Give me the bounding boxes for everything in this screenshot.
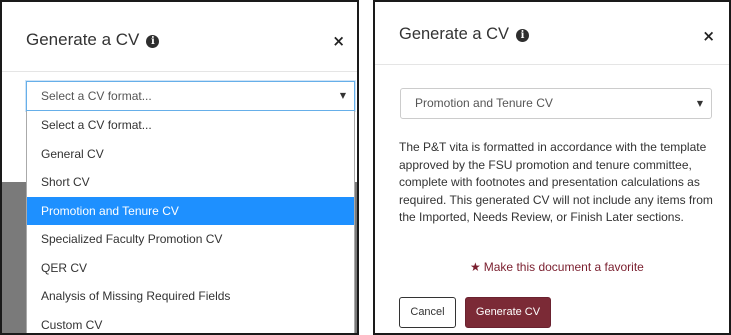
generate-cv-button[interactable]: Generate CV bbox=[465, 297, 551, 328]
cv-format-option[interactable]: Analysis of Missing Required Fields bbox=[27, 282, 354, 311]
cv-format-description: The P&T vita is formatted in accordance … bbox=[399, 140, 713, 225]
cv-format-option[interactable]: Select a CV format... bbox=[27, 111, 354, 140]
modal-title: Generate a CV i bbox=[26, 30, 160, 50]
cv-format-option[interactable]: Specialized Faculty Promotion CV bbox=[27, 225, 354, 254]
modal-title-text: Generate a CV bbox=[26, 30, 140, 49]
modal-header: Generate a CV i × bbox=[375, 2, 729, 65]
star-icon: ★ bbox=[470, 260, 481, 274]
modal-backdrop bbox=[2, 182, 26, 333]
make-favorite-label: Make this document a favorite bbox=[483, 260, 644, 274]
generate-cv-modal-dropdown-open: Generate a CV i × Select a CV format... ▼… bbox=[0, 0, 359, 335]
cv-format-option[interactable]: QER CV bbox=[27, 254, 354, 283]
cv-format-option[interactable]: Promotion and Tenure CV bbox=[27, 196, 354, 225]
cv-format-option[interactable]: Short CV bbox=[27, 168, 354, 197]
cv-format-select[interactable]: Promotion and Tenure CV ▼ bbox=[400, 88, 712, 119]
cv-format-select-value: Promotion and Tenure CV bbox=[415, 96, 553, 110]
modal-title: Generate a CV i bbox=[399, 25, 530, 44]
cv-format-option[interactable]: General CV bbox=[27, 140, 354, 169]
cv-format-select-value: Select a CV format... bbox=[41, 89, 152, 103]
chevron-down-icon: ▼ bbox=[339, 91, 346, 100]
info-circle-icon[interactable]: i bbox=[516, 29, 530, 42]
generate-cv-modal-selected: Generate a CV i × Promotion and Tenure CV… bbox=[373, 0, 731, 335]
close-icon[interactable]: × bbox=[702, 29, 715, 44]
modal-title-text: Generate a CV bbox=[399, 25, 510, 43]
close-icon[interactable]: × bbox=[332, 34, 345, 49]
modal-backdrop bbox=[355, 182, 357, 333]
chevron-down-icon: ▼ bbox=[696, 99, 703, 108]
cv-format-options-list: Select a CV format... General CV Short C… bbox=[26, 111, 355, 334]
cv-format-option[interactable]: Custom CV bbox=[27, 311, 354, 334]
modal-header: Generate a CV i × bbox=[2, 2, 357, 72]
cancel-button[interactable]: Cancel bbox=[399, 297, 456, 328]
make-favorite-link[interactable]: ★ Make this document a favorite bbox=[470, 260, 644, 274]
info-circle-icon[interactable]: i bbox=[146, 35, 160, 48]
cv-format-select[interactable]: Select a CV format... ▼ bbox=[26, 81, 355, 111]
